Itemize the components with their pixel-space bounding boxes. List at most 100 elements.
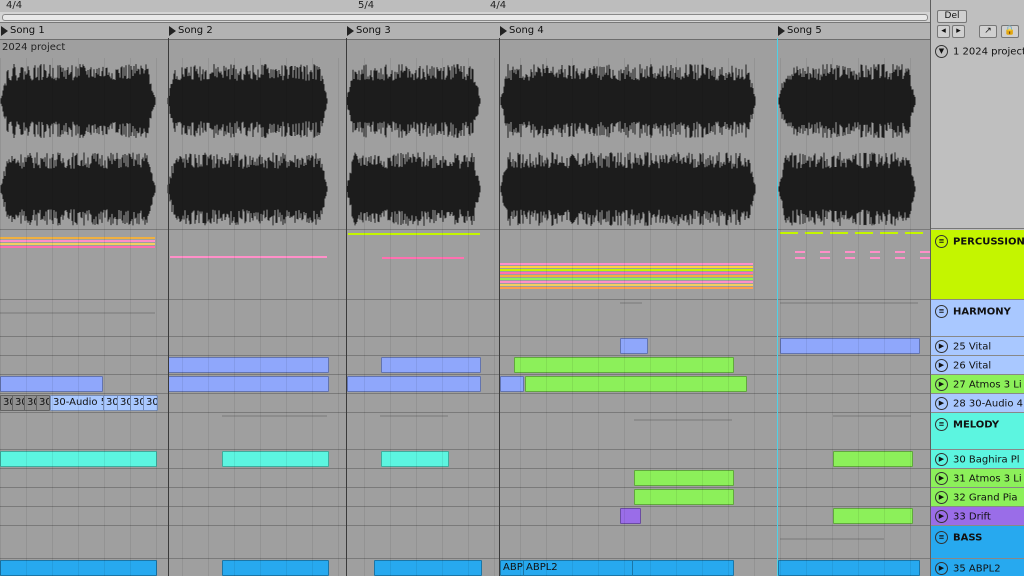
- locator-song-1[interactable]: Song 1: [0, 23, 45, 39]
- clip[interactable]: [780, 338, 920, 354]
- track-name: 25 Vital: [953, 341, 992, 353]
- midi-note-line: [833, 415, 911, 417]
- audio-clip[interactable]: 30: [36, 395, 50, 411]
- lock-icon[interactable]: 🔒: [1001, 25, 1019, 38]
- track-28-audio[interactable]: 3030303030-Audio 530303030: [0, 394, 930, 413]
- time-signature[interactable]: 4/4: [6, 0, 22, 12]
- audio-clip[interactable]: 30-Audio 5: [50, 395, 104, 411]
- percussion-group-track[interactable]: [0, 230, 930, 300]
- play-icon[interactable]: ▶: [935, 472, 948, 485]
- group-fold-icon[interactable]: ≡: [935, 305, 948, 318]
- clip[interactable]: [381, 451, 449, 467]
- play-icon[interactable]: ▶: [935, 340, 948, 353]
- track-33-drift[interactable]: [0, 507, 930, 526]
- project-label: 2024 project: [2, 42, 66, 53]
- track-31-atmos[interactable]: [0, 469, 930, 488]
- overview-scrollbar[interactable]: [0, 12, 930, 23]
- header-track-25[interactable]: ▶ 25 Vital: [931, 337, 1024, 356]
- group-fold-icon[interactable]: ≡: [935, 235, 948, 248]
- midi-note-line: [870, 257, 880, 259]
- locator-song-4[interactable]: Song 4: [499, 23, 544, 39]
- play-icon[interactable]: ▶: [935, 510, 948, 523]
- track-26-vital[interactable]: [0, 356, 930, 375]
- midi-note-line: [500, 284, 753, 286]
- header-track-26[interactable]: ▶ 26 Vital: [931, 356, 1024, 375]
- track-name: 26 Vital: [953, 360, 992, 372]
- header-track-27[interactable]: ▶ 27 Atmos 3 Li: [931, 375, 1024, 394]
- midi-note-line: [500, 269, 753, 271]
- clip[interactable]: [381, 357, 481, 373]
- locator-song-2[interactable]: Song 2: [168, 23, 213, 39]
- time-signature[interactable]: 5/4: [358, 0, 374, 12]
- clip[interactable]: [632, 560, 734, 576]
- clip[interactable]: [634, 470, 734, 486]
- track-27-atmos[interactable]: [0, 375, 930, 394]
- bass-clip[interactable]: ABPL2: [523, 560, 633, 576]
- bass-group-track[interactable]: [0, 526, 930, 559]
- header-track-31[interactable]: ▶ 31 Atmos 3 Li: [931, 469, 1024, 488]
- locator-song-3[interactable]: Song 3: [346, 23, 391, 39]
- clip[interactable]: [778, 560, 920, 576]
- track-30-baghira[interactable]: [0, 450, 930, 469]
- grid-line: [676, 58, 677, 576]
- header-percussion[interactable]: ≡ PERCUSSION: [931, 230, 1024, 300]
- midi-note-line: [500, 281, 753, 283]
- track-name: MELODY: [953, 419, 1000, 431]
- midi-note-line: [780, 302, 918, 304]
- clip[interactable]: [168, 357, 329, 373]
- grid-line: [286, 58, 287, 576]
- midi-note-line: [780, 232, 798, 234]
- header-track-32[interactable]: ▶ 32 Grand Pia: [931, 488, 1024, 507]
- clip[interactable]: [347, 376, 481, 392]
- midi-note-line: [500, 263, 753, 265]
- play-icon[interactable]: ▶: [935, 491, 948, 504]
- grid-line: [780, 58, 781, 576]
- midi-note-line: [920, 251, 930, 253]
- expand-icon[interactable]: ↗: [979, 25, 997, 38]
- grid-line: [884, 58, 885, 576]
- clip-name: 30: [106, 397, 118, 408]
- clip[interactable]: [525, 376, 747, 392]
- grid-line: [390, 58, 391, 576]
- play-icon[interactable]: ▶: [935, 378, 948, 391]
- midi-note-line: [634, 419, 732, 421]
- locator-song-5[interactable]: Song 5: [777, 23, 822, 39]
- header-track-28[interactable]: ▶ 28 30-Audio 4: [931, 394, 1024, 413]
- playhead[interactable]: [777, 38, 778, 576]
- audio-clip[interactable]: 30: [103, 395, 118, 411]
- group-fold-icon[interactable]: ≡: [935, 531, 948, 544]
- melody-group-track[interactable]: [0, 413, 930, 450]
- header-track-33[interactable]: ▶ 33 Drift: [931, 507, 1024, 526]
- clip-name: ABPL2: [526, 562, 558, 573]
- play-icon[interactable]: ▶: [935, 397, 948, 410]
- midi-note-line: [820, 257, 830, 259]
- track-25-vital[interactable]: [0, 337, 930, 356]
- play-icon[interactable]: ▶: [935, 453, 948, 466]
- play-icon[interactable]: ▶: [935, 359, 948, 372]
- play-icon[interactable]: ▶: [935, 562, 948, 575]
- track-35-abpl2[interactable]: ABP ABPL2: [0, 559, 930, 576]
- track-name: BASS: [953, 532, 983, 544]
- delete-button[interactable]: Del: [937, 10, 967, 23]
- time-signature[interactable]: 4/4: [490, 0, 506, 12]
- harmony-group-track[interactable]: [0, 300, 930, 337]
- grid-line: [650, 58, 651, 576]
- arrow-left-icon[interactable]: ◂: [937, 25, 950, 38]
- header-melody[interactable]: ≡ MELODY: [931, 413, 1024, 450]
- clip[interactable]: [833, 508, 913, 524]
- group-fold-icon[interactable]: ≡: [935, 418, 948, 431]
- master-audio-track[interactable]: 2024 project: [0, 40, 930, 230]
- arrangement-view[interactable]: 4/4 5/4 4/4 Song 1 Song 2 Song 3 Song 4 …: [0, 0, 930, 576]
- header-track-30[interactable]: ▶ 30 Baghira Pl: [931, 450, 1024, 469]
- header-bass[interactable]: ≡ BASS: [931, 526, 1024, 559]
- clip[interactable]: [833, 451, 913, 467]
- clip[interactable]: [634, 489, 734, 505]
- header-harmony[interactable]: ≡ HARMONY: [931, 300, 1024, 337]
- master-track-header[interactable]: ▼ 1 2024 project: [931, 40, 1024, 229]
- arrow-right-icon[interactable]: ▸: [952, 25, 965, 38]
- grid-line: [26, 58, 27, 576]
- collapse-icon[interactable]: ▼: [935, 45, 948, 58]
- header-track-35[interactable]: ▶ 35 ABPL2: [931, 559, 1024, 576]
- track-32-grand-piano[interactable]: [0, 488, 930, 507]
- clip[interactable]: [168, 376, 329, 392]
